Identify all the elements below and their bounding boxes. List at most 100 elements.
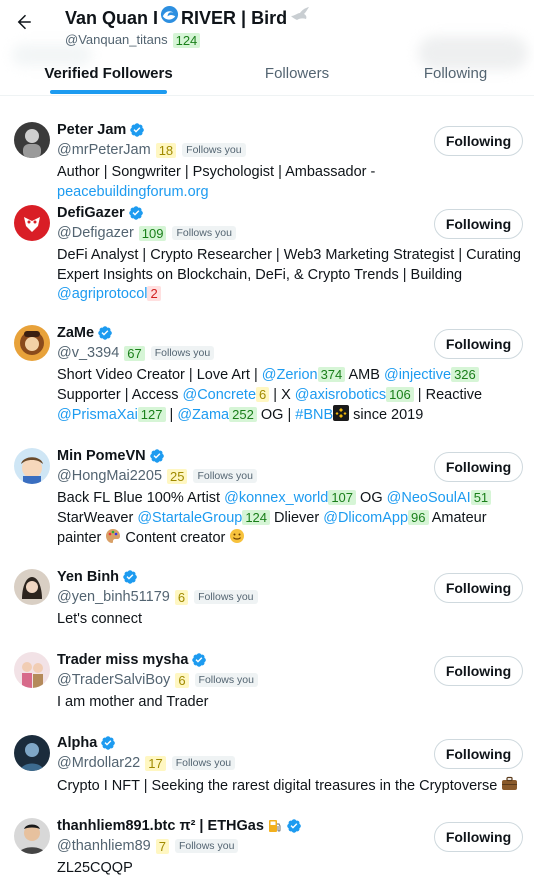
mention-count-badge: 252: [229, 407, 257, 422]
user-count-badge: 109: [138, 225, 167, 241]
following-button[interactable]: Following: [434, 209, 523, 239]
avatar[interactable]: [14, 325, 50, 361]
user-display-name[interactable]: Trader miss mysha: [57, 651, 188, 669]
follows-you-badge: Follows you: [174, 839, 239, 853]
user-name-line[interactable]: Alpha: [57, 734, 116, 752]
mention-link[interactable]: @PrismaXai: [57, 407, 138, 423]
user-display-name[interactable]: Peter Jam: [57, 121, 126, 139]
mention-link[interactable]: @Concrete: [182, 387, 256, 403]
arrow-left-icon: [17, 14, 31, 30]
user-name-line[interactable]: Yen Binh: [57, 568, 138, 586]
user-bio: ZL25CQQP: [57, 859, 527, 877]
mention-count-badge: 6: [256, 386, 270, 402]
tab-bar: Verified Followers Followers Following: [0, 50, 534, 96]
bio-text: AMB: [345, 367, 384, 383]
mention-count-badge: 96: [408, 509, 429, 525]
user-handle-line: @Defigazer 109 Follows you: [57, 224, 236, 242]
verified-badge-icon: [286, 818, 302, 834]
following-button[interactable]: Following: [434, 573, 523, 603]
tab-followers[interactable]: Followers: [217, 50, 377, 96]
bio-text: Let's connect: [57, 611, 142, 627]
user-handle-line: @Mrdollar22 17 Follows you: [57, 754, 236, 772]
user-bio: Short Video Creator | Love Art | @Zerion…: [57, 366, 527, 426]
mention-link[interactable]: @axisrobotics: [295, 387, 386, 403]
avatar[interactable]: [14, 205, 50, 241]
verified-badge-icon: [191, 652, 207, 668]
user-handle[interactable]: @Defigazer: [57, 224, 134, 242]
verified-badge-icon: [100, 735, 116, 751]
bio-text: Content creator: [121, 530, 230, 546]
mention-count-badge: 374: [317, 367, 346, 382]
user-count-badge: 25: [167, 468, 188, 484]
user-name-line[interactable]: DefiGazer: [57, 204, 144, 222]
user-handle[interactable]: @TraderSalviBoy: [57, 671, 170, 689]
bnb-icon: [333, 405, 350, 423]
follows-you-badge: Follows you: [194, 590, 258, 604]
bio-text: OG |: [256, 407, 296, 423]
following-button[interactable]: Following: [434, 126, 523, 156]
user-name-line[interactable]: Min PomeVN: [57, 447, 165, 465]
avatar[interactable]: [14, 448, 50, 484]
bio-text: Supporter | Access: [57, 386, 183, 403]
user-display-name[interactable]: DefiGazer: [57, 204, 125, 222]
following-button[interactable]: Following: [434, 739, 523, 769]
following-button[interactable]: Following: [434, 822, 523, 852]
fuel-pump-icon: [264, 818, 283, 834]
user-display-name[interactable]: Min PomeVN: [57, 447, 146, 465]
avatar[interactable]: [14, 818, 50, 854]
mention-link[interactable]: @konnex_world: [224, 490, 328, 506]
user-count-badge: 17: [145, 755, 166, 771]
url-link[interactable]: peacebuildingforum.org: [57, 184, 209, 200]
mention-link[interactable]: @injective: [384, 367, 451, 383]
following-button[interactable]: Following: [434, 452, 523, 482]
bio-text: Back FL Blue 100% Artist: [57, 490, 225, 506]
user-handle-line: @v_3394 67 Follows you: [57, 344, 215, 362]
user-handle[interactable]: @Mrdollar22: [57, 754, 140, 772]
user-name-line[interactable]: Peter Jam: [57, 121, 145, 139]
user-display-name[interactable]: thanhliem891.btc π² | ETHGas: [57, 817, 264, 835]
mention-link[interactable]: @DlicomApp: [323, 510, 408, 526]
user-handle[interactable]: @v_3394: [57, 344, 119, 362]
wave-icon: [160, 5, 179, 31]
user-display-name[interactable]: ZaMe: [57, 324, 94, 342]
user-name-line[interactable]: Trader miss mysha: [57, 651, 207, 669]
mention-link[interactable]: @Zama: [177, 407, 229, 423]
mention-count-badge: 51: [470, 490, 492, 505]
avatar[interactable]: [14, 122, 50, 158]
user-handle-line: @HongMai2205 25 Follows you: [57, 467, 257, 485]
avatar[interactable]: [14, 569, 50, 605]
following-button[interactable]: Following: [434, 656, 523, 686]
verified-badge-icon: [149, 448, 165, 464]
mention-link[interactable]: @NeoSoulAI: [387, 490, 471, 506]
back-button[interactable]: [8, 6, 40, 38]
user-handle[interactable]: @mrPeterJam: [57, 141, 151, 159]
mention-count-badge: 127: [137, 407, 166, 422]
mention-link[interactable]: @StartaleGroup: [137, 510, 242, 526]
following-button[interactable]: Following: [434, 329, 523, 359]
user-handle[interactable]: @thanhliem89: [57, 837, 151, 855]
dove-icon: [289, 6, 311, 31]
user-name-line[interactable]: ZaMe: [57, 324, 113, 342]
bio-text: | Reactive: [413, 386, 483, 403]
profile-handle-count: 124: [172, 32, 201, 48]
mention-link[interactable]: @agriprotocol: [57, 286, 147, 302]
user-handle-line: @TraderSalviBoy 6 Follows you: [57, 671, 258, 689]
user-count-badge: 6: [174, 589, 189, 605]
user-name-line[interactable]: thanhliem891.btc π² | ETHGas: [57, 817, 302, 835]
mention-link[interactable]: @Zerion: [262, 367, 318, 383]
user-display-name[interactable]: Alpha: [57, 734, 97, 752]
hashtag-link[interactable]: #BNB: [295, 407, 333, 423]
user-display-name[interactable]: Yen Binh: [57, 568, 119, 586]
follows-you-badge: Follows you: [194, 673, 258, 687]
tab-following[interactable]: Following: [377, 50, 534, 96]
avatar[interactable]: [14, 652, 50, 688]
avatar[interactable]: [14, 735, 50, 771]
tab-label: Following: [423, 64, 488, 82]
bio-text: since 2019: [349, 407, 424, 423]
page-title: Van Quan I RIVER | Bird: [65, 5, 313, 31]
mention-count-badge: 124: [242, 509, 271, 525]
user-handle[interactable]: @HongMai2205: [57, 467, 162, 485]
follows-you-badge: Follows you: [150, 346, 215, 360]
user-handle[interactable]: @yen_binh51179: [57, 588, 170, 606]
user-count-badge: 6: [175, 672, 189, 688]
